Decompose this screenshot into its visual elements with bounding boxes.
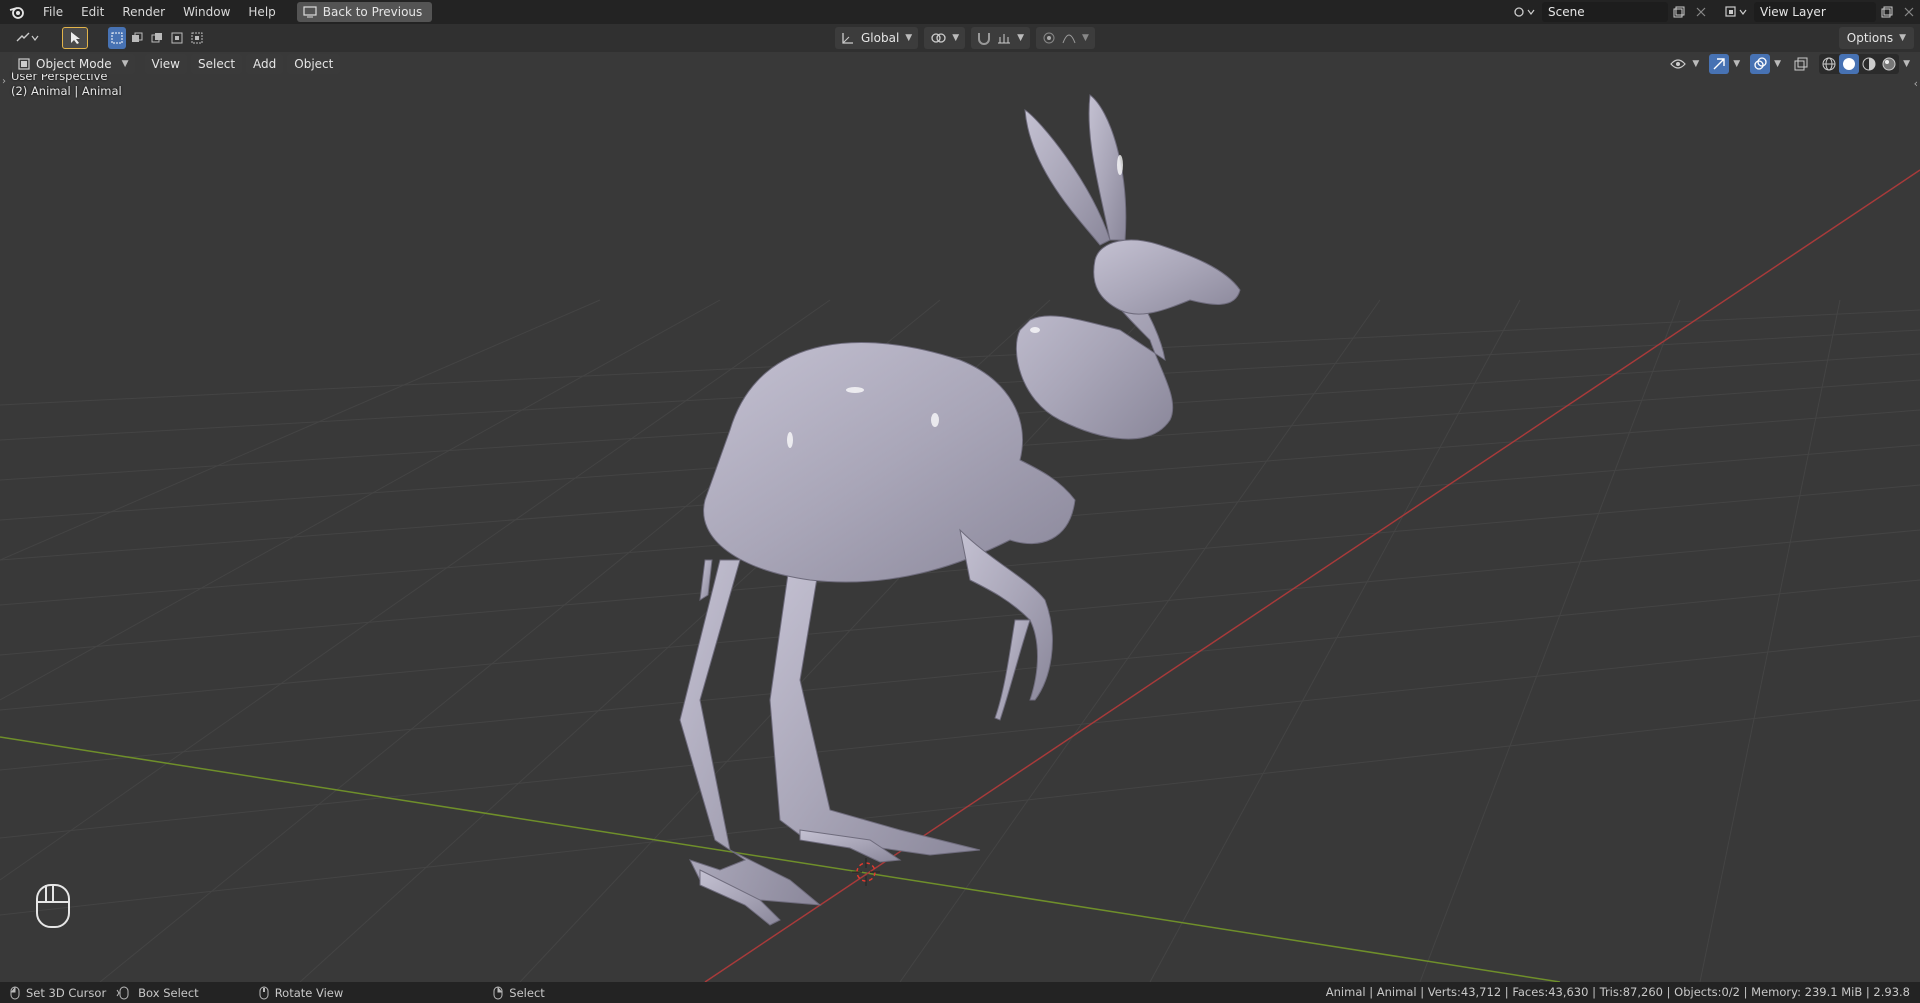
mouse-left-icon <box>10 986 20 999</box>
proportional-edit-icon <box>1043 32 1055 44</box>
new-view-layer-icon[interactable] <box>1876 2 1898 22</box>
select-invert-icon[interactable] <box>168 27 186 49</box>
pivot-point-dropdown[interactable]: ▼ <box>924 27 966 49</box>
orientation-icon <box>842 33 853 44</box>
delete-view-layer-icon[interactable] <box>1898 2 1920 22</box>
scene-icon[interactable] <box>1506 2 1542 22</box>
mouse-navigation-icon <box>34 882 72 933</box>
view-layer-icon[interactable] <box>1718 2 1754 22</box>
viewport-shading-controls: ▼ ▼ ▼ ▼ <box>1668 54 1910 74</box>
select-tool-icon[interactable] <box>62 27 88 49</box>
magnet-icon <box>978 33 991 45</box>
view-layer-name: View Layer <box>1760 5 1826 19</box>
view-layer-field[interactable]: View Layer <box>1754 2 1876 22</box>
select-intersect-icon[interactable] <box>188 27 206 49</box>
select-extend-icon[interactable] <box>128 27 146 49</box>
viewport-menu-object[interactable]: Object <box>287 54 341 74</box>
editor-type-icon[interactable] <box>12 27 42 49</box>
rendered-shading-icon[interactable] <box>1879 54 1899 74</box>
chevron-down-icon[interactable]: ▼ <box>1692 59 1699 69</box>
mouse-right-icon <box>493 986 503 999</box>
chevron-down-icon: ▼ <box>1017 33 1025 43</box>
chevron-down-icon[interactable]: ▼ <box>1774 59 1781 69</box>
options-label: Options <box>1846 31 1894 45</box>
material-preview-icon[interactable] <box>1859 54 1879 74</box>
snap-dropdown[interactable]: ▼ <box>971 27 1031 49</box>
selection-mode-group <box>108 27 206 49</box>
proportional-editing-dropdown[interactable]: ▼ <box>1036 27 1095 49</box>
shading-mode-group <box>1819 54 1900 74</box>
object-mode-icon <box>18 58 30 70</box>
chevron-down-icon: ▼ <box>952 33 960 43</box>
chevron-down-icon: ▼ <box>905 33 913 43</box>
chevron-down-icon: ▼ <box>1082 33 1089 43</box>
viewport-header: Object Mode ▼ View Select Add Object ▼ ▼… <box>0 52 1920 76</box>
chevron-down-icon: ▼ <box>1899 33 1906 43</box>
solid-shading-icon[interactable] <box>1839 54 1860 74</box>
status-rotate-view: Rotate View <box>199 985 344 1000</box>
mouse-middle-icon <box>259 986 269 999</box>
status-select-label: Select <box>509 985 545 1000</box>
status-rotate-view-label: Rotate View <box>274 985 344 1000</box>
visibility-eye-icon[interactable] <box>1668 54 1688 74</box>
chevron-down-icon[interactable]: ▼ <box>1903 59 1910 69</box>
menu-edit[interactable]: Edit <box>72 0 113 24</box>
xray-toggle-icon[interactable] <box>1791 54 1811 74</box>
object-mode-label: Object Mode <box>36 57 112 71</box>
transform-orientation-dropdown[interactable]: Global ▼ <box>835 27 919 49</box>
menu-help[interactable]: Help <box>239 0 284 24</box>
status-bar: Set 3D Cursor Box Select Rotate View Sel… <box>0 982 1920 1003</box>
scene-statistics: Animal | Animal | Verts:43,712 | Faces:4… <box>1325 985 1910 999</box>
pivot-icon <box>931 33 946 43</box>
chevron-down-icon[interactable]: ▼ <box>1733 59 1740 69</box>
snap-increment-icon <box>998 34 1011 44</box>
viewport-object-info: (2) Animal | Animal <box>11 84 122 98</box>
chevron-down-icon: ▼ <box>121 59 129 69</box>
transform-tools: Global ▼ ▼ ▼ ▼ <box>835 27 1095 49</box>
3d-viewport[interactable]: User Perspective (2) Animal | Animal ‹ › <box>0 52 1920 982</box>
status-box-select: Box Select <box>106 986 199 1000</box>
delete-scene-icon[interactable] <box>1690 2 1712 22</box>
overlays-toggle-icon[interactable] <box>1750 54 1771 74</box>
gizmo-toggle-icon[interactable] <box>1709 54 1730 74</box>
back-to-previous-button[interactable]: Back to Previous <box>296 2 433 22</box>
new-scene-icon[interactable] <box>1668 2 1690 22</box>
menu-window[interactable]: Window <box>174 0 239 24</box>
select-new-icon[interactable] <box>108 27 126 49</box>
menu-render[interactable]: Render <box>113 0 174 24</box>
scene-name: Scene <box>1548 5 1585 19</box>
select-subtract-icon[interactable] <box>148 27 166 49</box>
viewport-menu-select[interactable]: Select <box>191 54 243 74</box>
status-box-select-label: Box Select <box>138 985 199 1000</box>
options-dropdown[interactable]: Options ▼ <box>1838 27 1914 49</box>
top-menu-bar: File Edit Render Window Help Back to Pre… <box>0 0 1920 24</box>
screen-icon <box>303 6 317 18</box>
back-to-previous-label: Back to Previous <box>322 5 423 19</box>
status-select: Select <box>343 985 545 1000</box>
mouse-drag-icon <box>116 986 129 999</box>
status-set-3d-cursor: Set 3D Cursor <box>0 986 106 1000</box>
toolbar-toggle-icon[interactable]: › <box>2 76 6 87</box>
viewport-menu-add[interactable]: Add <box>246 54 284 74</box>
sidebar-toggle-icon[interactable]: ‹ <box>1914 77 1918 90</box>
scene-selector-group: Scene View Layer <box>1506 0 1920 24</box>
viewport-canvas[interactable] <box>0 52 1920 982</box>
menu-file[interactable]: File <box>34 0 72 24</box>
orientation-label: Global <box>861 31 900 45</box>
scene-name-field[interactable]: Scene <box>1542 2 1668 22</box>
tool-header: Global ▼ ▼ ▼ ▼ Options ▼ <box>0 24 1920 52</box>
blender-logo-icon[interactable] <box>0 0 34 24</box>
wireframe-shading-icon[interactable] <box>1819 54 1839 74</box>
viewport-menu-view[interactable]: View <box>144 54 187 74</box>
object-mode-dropdown[interactable]: Object Mode ▼ <box>12 54 135 74</box>
status-set-3d-cursor-label: Set 3D Cursor <box>26 985 107 1000</box>
falloff-curve-icon <box>1062 34 1076 44</box>
